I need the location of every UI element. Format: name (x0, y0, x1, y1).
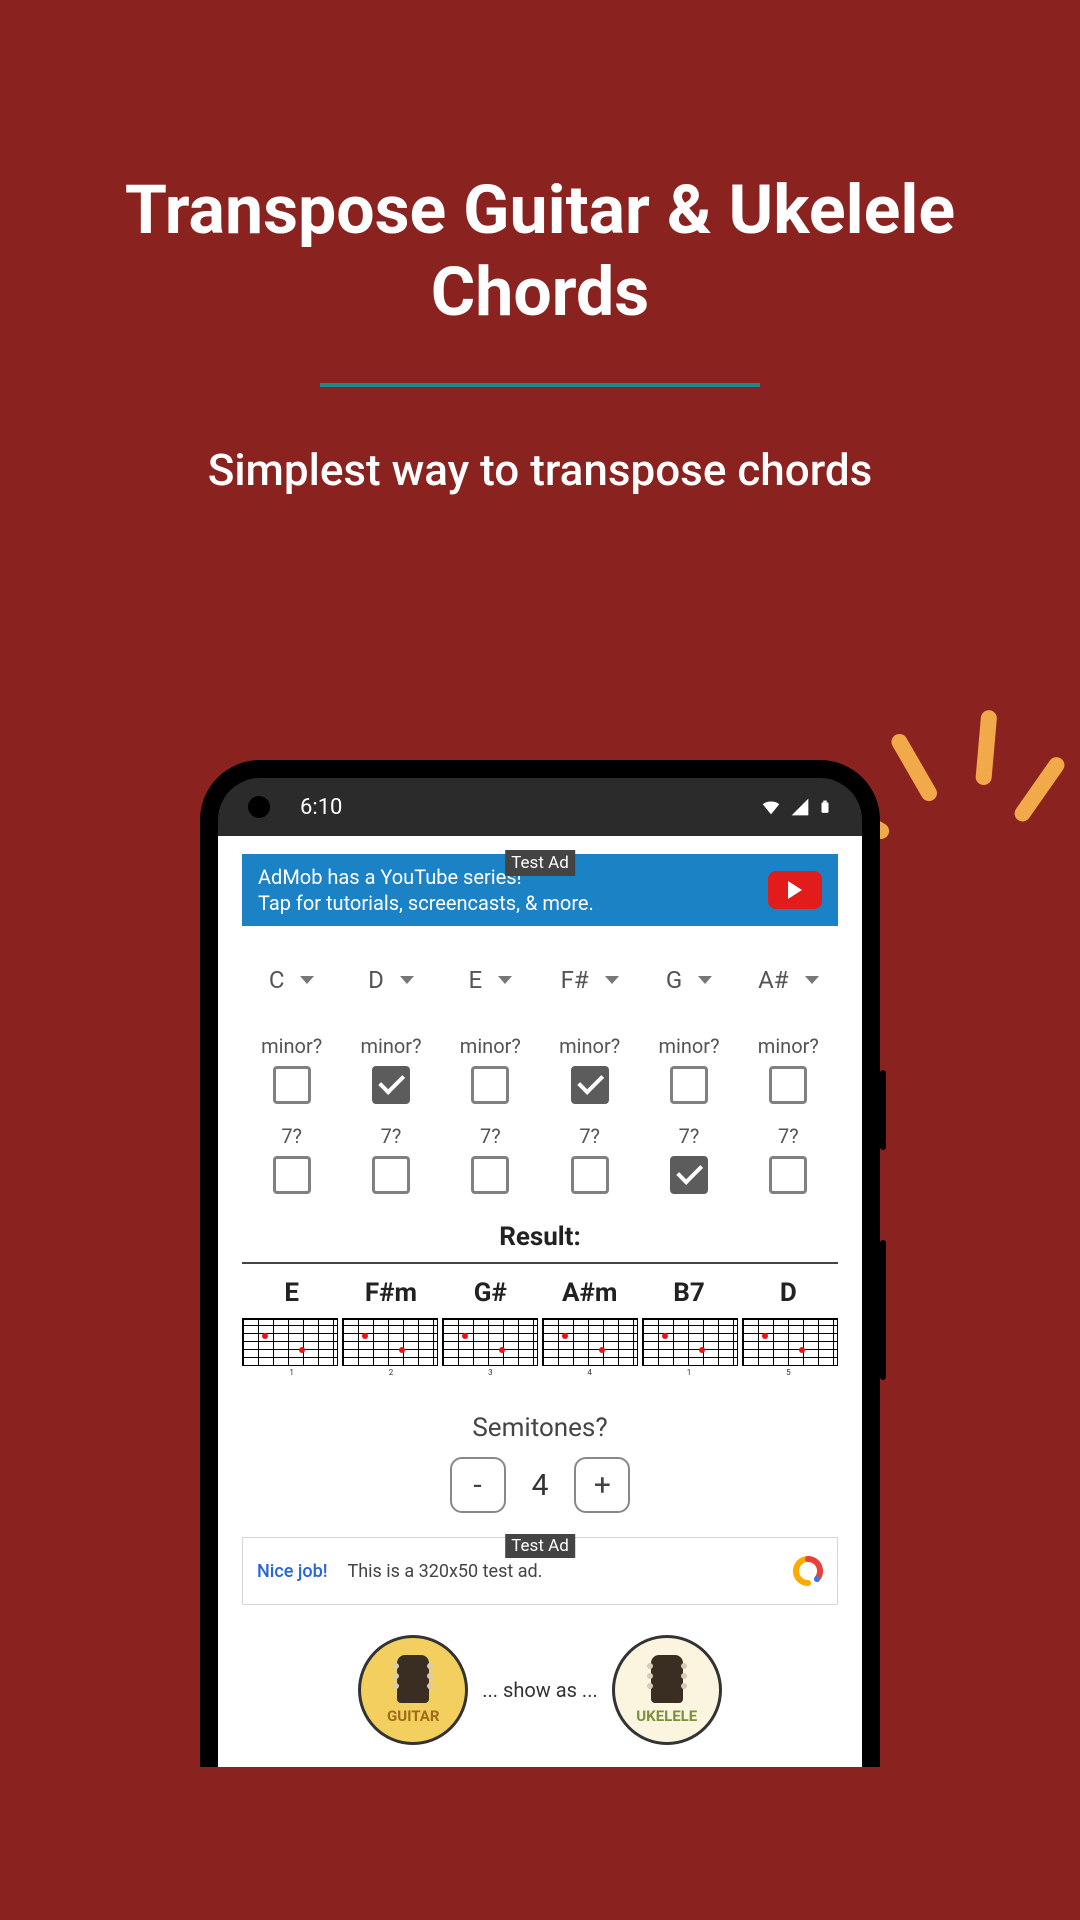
ad-banner-bottom[interactable]: Test Ad Nice job! This is a 320x50 test … (242, 1537, 838, 1605)
app-content: Test Ad AdMob has a YouTube series! Tap … (218, 836, 862, 1767)
camera-hole (248, 796, 270, 818)
chord-value: E (469, 966, 483, 994)
hero-title: Transpose Guitar & Ukelele Chords (0, 0, 1080, 333)
seventh-checkbox-5[interactable] (769, 1156, 807, 1194)
seventh-label: 7? (540, 1124, 639, 1148)
chord-diagram-2 (442, 1318, 538, 1366)
semitones-value: 4 (532, 1468, 549, 1503)
chevron-down-icon (605, 976, 619, 984)
status-bar: 6:10 (218, 778, 862, 836)
hero-subtitle: Simplest way to transpose chords (0, 437, 1080, 503)
seventh-checkbox-1[interactable] (372, 1156, 410, 1194)
minor-checkbox-0[interactable] (273, 1066, 311, 1104)
chord-diagram-4 (642, 1318, 738, 1366)
minor-checkbox-2[interactable] (471, 1066, 509, 1104)
ad-label: Test Ad (505, 850, 575, 876)
divider (320, 383, 760, 387)
seventh-checkbox-0[interactable] (273, 1156, 311, 1194)
ad-banner-top[interactable]: Test Ad AdMob has a YouTube series! Tap … (242, 854, 838, 926)
guitar-button[interactable]: GUITAR (358, 1635, 468, 1745)
seventh-checkbox-2[interactable] (471, 1156, 509, 1194)
decorative-burst (870, 680, 1040, 850)
minor-label: minor? (540, 1034, 639, 1058)
chevron-down-icon (698, 976, 712, 984)
result-chord-4: B7 (639, 1278, 738, 1308)
chord-dropdown-0[interactable]: C (242, 956, 341, 1004)
result-chord-5: D (739, 1278, 838, 1308)
ad-line2: Tap for tutorials, screencasts, & more. (258, 890, 594, 916)
signal-icon (790, 797, 810, 817)
phone-screen: 6:10 Test Ad AdMob has a YouTube series!… (218, 778, 862, 1767)
guitar-headstock-icon (397, 1655, 429, 1703)
phone-frame: 6:10 Test Ad AdMob has a YouTube series!… (200, 760, 880, 1767)
chevron-down-icon (805, 976, 819, 984)
chord-value: G (666, 966, 682, 994)
seventh-checkbox-3[interactable] (571, 1156, 609, 1194)
chevron-down-icon (400, 976, 414, 984)
semitones-plus-button[interactable]: + (574, 1457, 630, 1513)
guitar-label: GUITAR (387, 1707, 440, 1725)
result-header: Result: (242, 1222, 838, 1252)
semitones-minus-button[interactable]: - (450, 1457, 506, 1513)
chevron-down-icon (498, 976, 512, 984)
ad-label: Test Ad (505, 1534, 575, 1558)
chord-value: D (368, 966, 384, 994)
minor-label: minor? (441, 1034, 540, 1058)
chord-diagram-5 (742, 1318, 838, 1366)
result-divider (242, 1262, 838, 1264)
result-chord-1: F#m (341, 1278, 440, 1308)
chord-value: C (269, 966, 285, 994)
seventh-label: 7? (242, 1124, 341, 1148)
admob-logo-icon (793, 1556, 823, 1586)
youtube-play-icon[interactable] (768, 871, 822, 909)
minor-checkbox-5[interactable] (769, 1066, 807, 1104)
minor-checkbox-3[interactable] (571, 1066, 609, 1104)
chord-diagram-0 (242, 1318, 338, 1366)
chord-dropdown-3[interactable]: F# (540, 956, 639, 1004)
ukelele-button[interactable]: UKELELE (612, 1635, 722, 1745)
minor-label: minor? (739, 1034, 838, 1058)
result-chord-3: A#m (540, 1278, 639, 1308)
instrument-row: GUITAR ... show as ... UKELELE (242, 1635, 838, 1767)
result-chord-0: E (242, 1278, 341, 1308)
ad-nice-text: Nice job! (257, 1561, 327, 1582)
seventh-label: 7? (341, 1124, 440, 1148)
chord-dropdown-4[interactable]: G (639, 956, 738, 1004)
chevron-down-icon (300, 976, 314, 984)
chord-diagram-1 (342, 1318, 438, 1366)
semitones-stepper: - 4 + (242, 1457, 838, 1513)
semitones-label: Semitones? (242, 1413, 838, 1443)
seventh-label: 7? (441, 1124, 540, 1148)
chord-dropdown-2[interactable]: E (441, 956, 540, 1004)
minor-label: minor? (341, 1034, 440, 1058)
show-as-label: ... show as ... (482, 1678, 598, 1702)
seventh-label: 7? (639, 1124, 738, 1148)
status-time: 6:10 (300, 795, 342, 820)
result-chord-2: G# (441, 1278, 540, 1308)
ukelele-label: UKELELE (636, 1707, 697, 1725)
seventh-checkbox-4[interactable] (670, 1156, 708, 1194)
seventh-label: 7? (739, 1124, 838, 1148)
battery-icon (818, 796, 832, 818)
ad-body-text: This is a 320x50 test ad. (347, 1561, 542, 1582)
wifi-icon (760, 796, 782, 818)
chord-value: A# (758, 966, 788, 994)
ukelele-headstock-icon (651, 1655, 683, 1703)
chord-diagram-3 (542, 1318, 638, 1366)
minor-label: minor? (639, 1034, 738, 1058)
minor-checkbox-1[interactable] (372, 1066, 410, 1104)
chord-dropdown-1[interactable]: D (341, 956, 440, 1004)
chord-dropdown-5[interactable]: A# (739, 956, 838, 1004)
chord-value: F# (561, 966, 589, 994)
minor-checkbox-4[interactable] (670, 1066, 708, 1104)
minor-label: minor? (242, 1034, 341, 1058)
